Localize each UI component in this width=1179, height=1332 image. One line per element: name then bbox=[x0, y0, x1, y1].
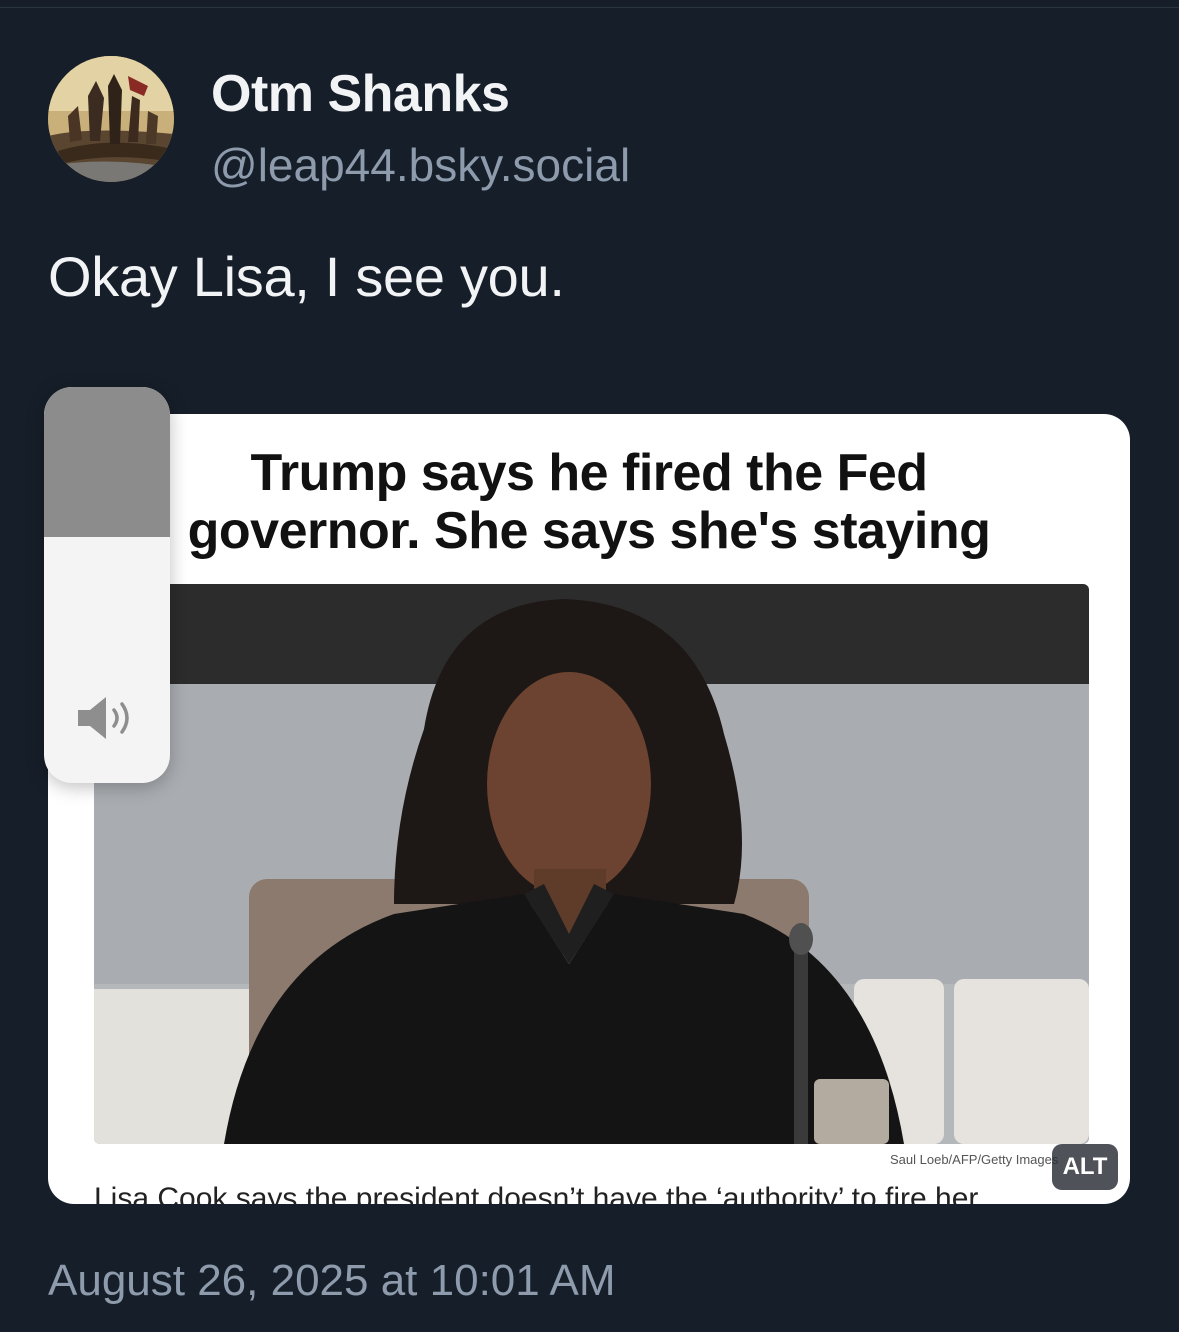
author-name[interactable]: Otm Shanks bbox=[211, 64, 510, 124]
article-headline: Trump says he fired the Fed governor. Sh… bbox=[48, 444, 1130, 560]
article-photo bbox=[94, 584, 1089, 1144]
author-handle[interactable]: @leap44.bsky.social bbox=[211, 138, 630, 192]
volume-slider-empty-portion bbox=[44, 387, 170, 537]
headline-line-1: Trump says he fired the Fed bbox=[250, 444, 928, 502]
post-timestamp[interactable]: August 26, 2025 at 10:01 AM bbox=[48, 1256, 616, 1306]
speaker-icon bbox=[78, 697, 129, 739]
article-photo-illustration bbox=[94, 584, 1089, 1144]
avatar-painting bbox=[48, 56, 174, 182]
headline-line-2: governor. She says she's staying bbox=[187, 502, 991, 560]
alt-text-button[interactable]: ALT bbox=[1052, 1144, 1118, 1190]
volume-slider[interactable] bbox=[44, 387, 170, 783]
post-text: Okay Lisa, I see you. bbox=[48, 245, 565, 308]
top-divider bbox=[0, 0, 1179, 8]
photo-credit: Saul Loeb/AFP/Getty Images bbox=[890, 1152, 1059, 1167]
embedded-image-card[interactable]: Trump says he fired the Fed governor. Sh… bbox=[48, 414, 1130, 1204]
article-caption: Lisa Cook says the president doesn’t hav… bbox=[94, 1182, 979, 1204]
avatar[interactable] bbox=[48, 56, 174, 182]
